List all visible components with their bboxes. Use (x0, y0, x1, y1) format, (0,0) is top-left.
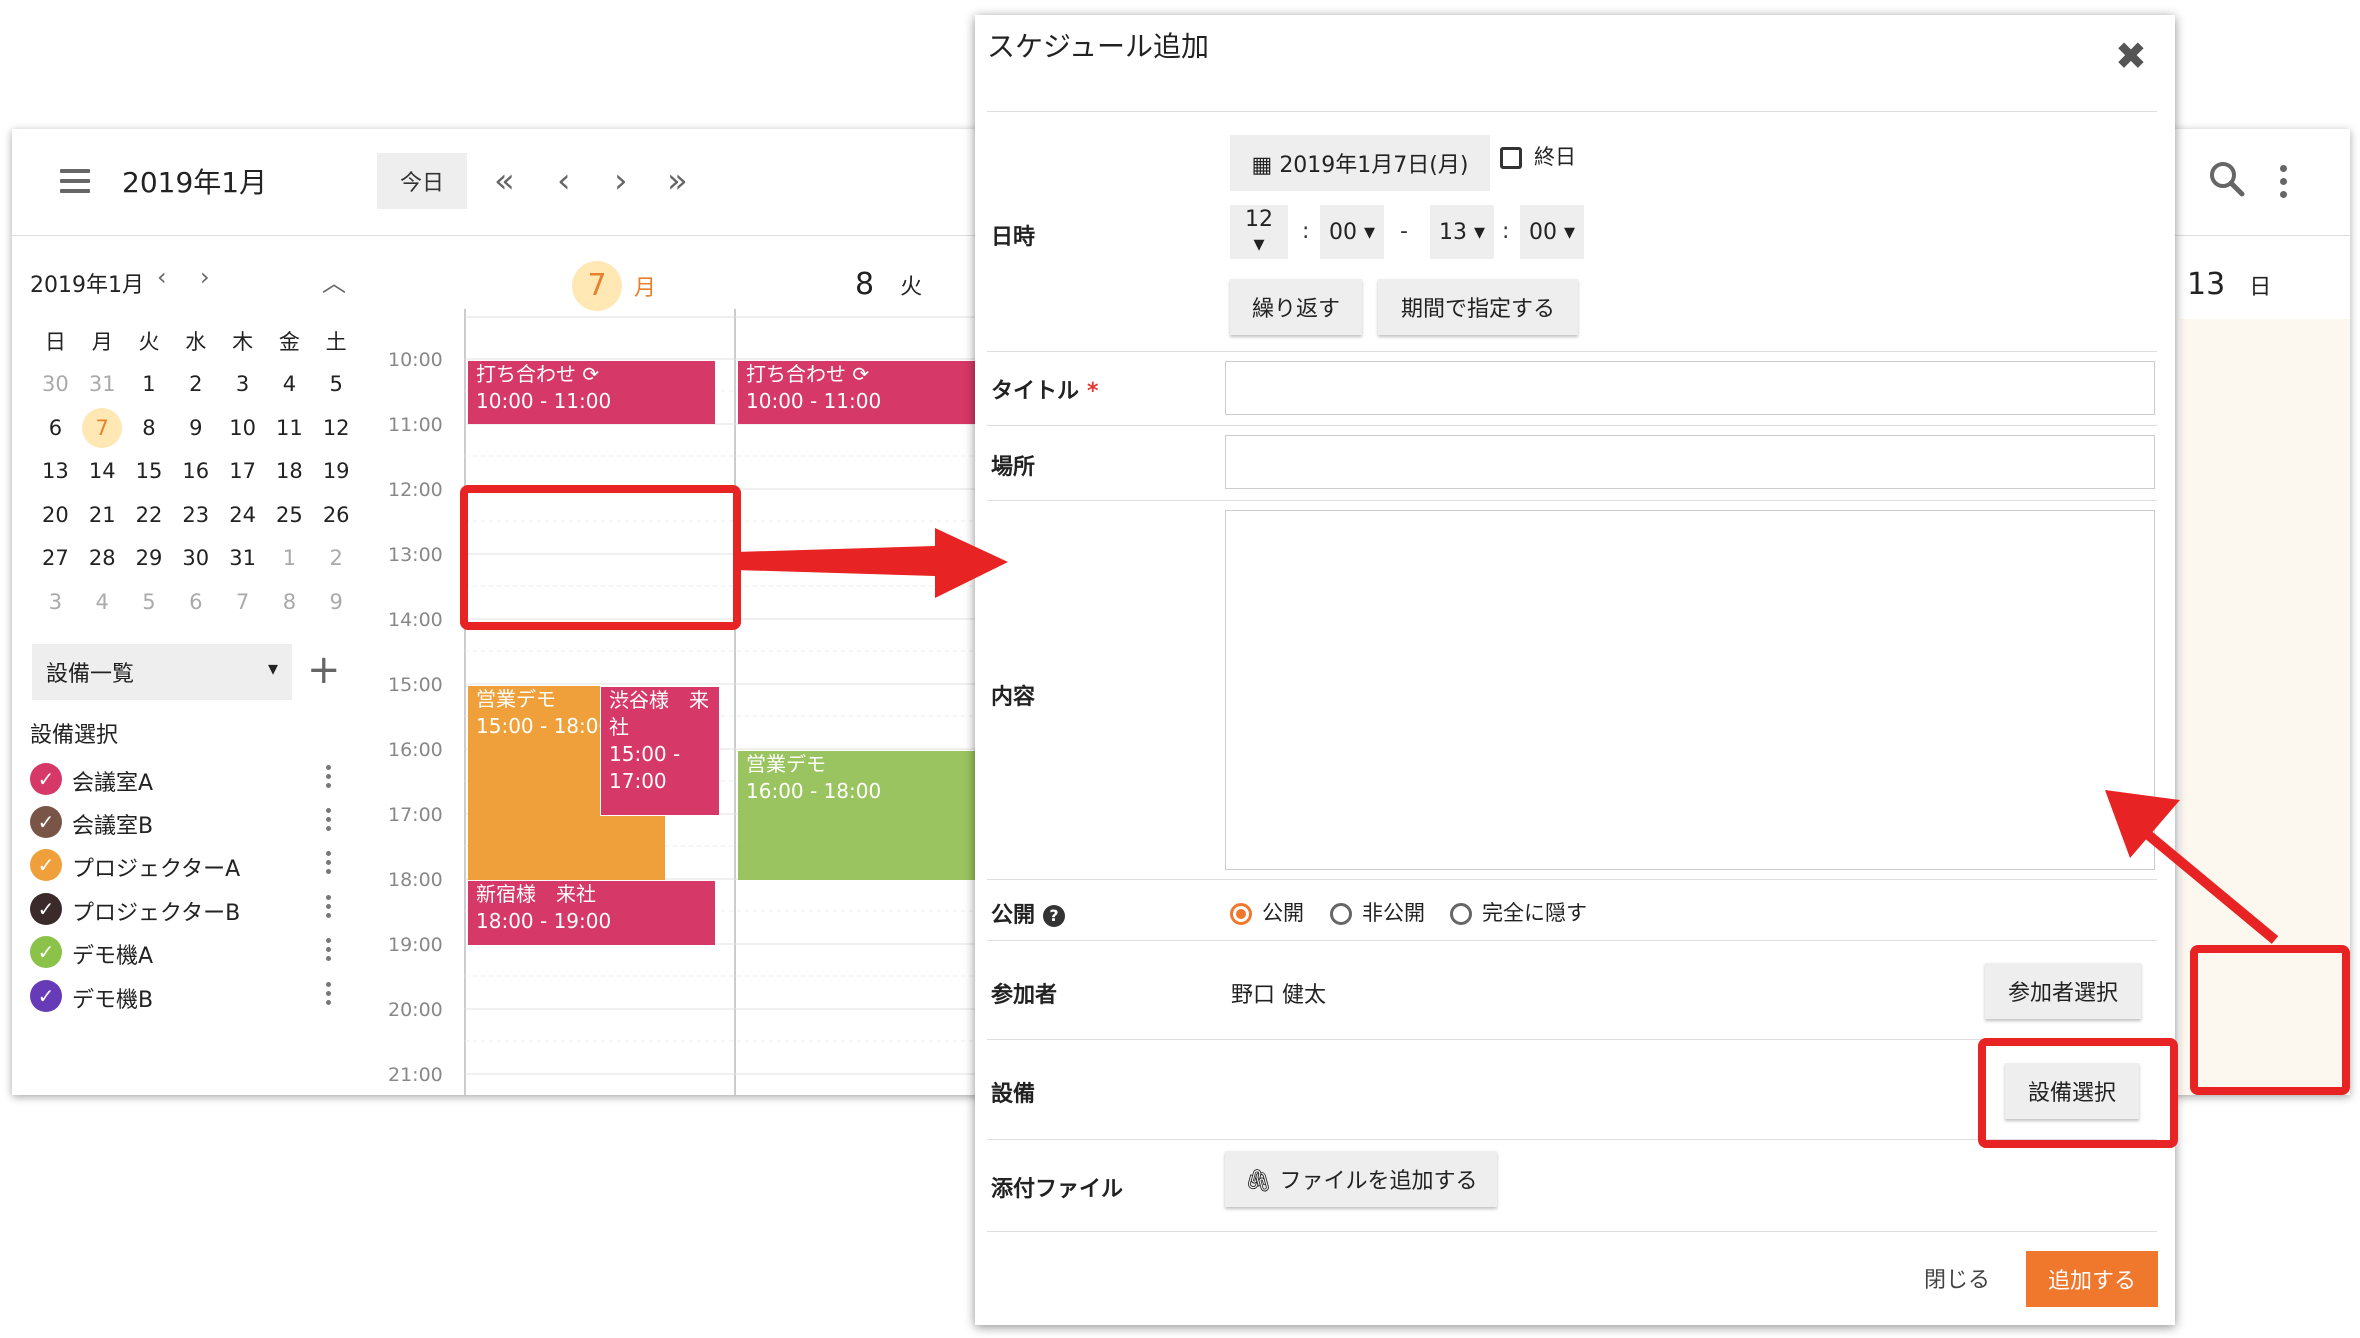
arrow-right-icon (735, 528, 1008, 598)
arrow-up-left-icon (2105, 790, 2279, 944)
annotation-arrows (735, 528, 2279, 944)
